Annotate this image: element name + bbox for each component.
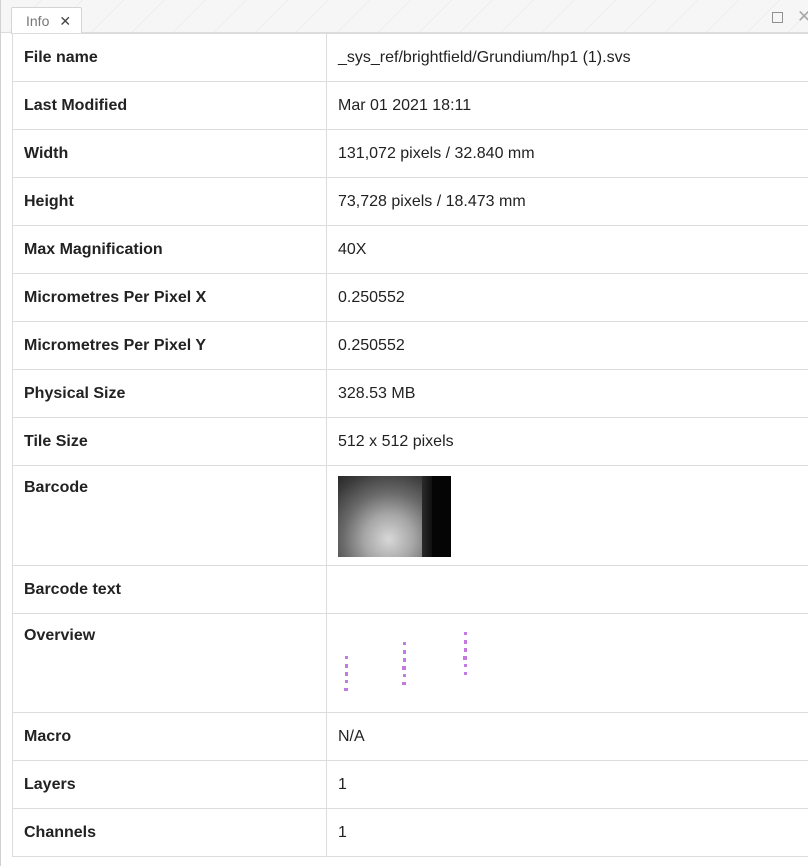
info-row-mpp-x: Micrometres Per Pixel X 0.250552	[12, 273, 808, 322]
info-value	[326, 465, 808, 566]
info-row-mpp-y: Micrometres Per Pixel Y 0.250552	[12, 321, 808, 370]
barcode-thumbnail	[338, 476, 451, 557]
info-row-max-magnification: Max Magnification 40X	[12, 225, 808, 274]
info-row-height: Height 73,728 pixels / 18.473 mm	[12, 177, 808, 226]
info-row-macro: Macro N/A	[12, 712, 808, 761]
info-value: 73,728 pixels / 18.473 mm	[326, 177, 808, 226]
window-controls: ✕	[772, 8, 808, 26]
info-table: File name _sys_ref/brightfield/Grundium/…	[12, 33, 808, 857]
info-row-tile-size: Tile Size 512 x 512 pixels	[12, 417, 808, 466]
info-row-barcode-text: Barcode text	[12, 565, 808, 614]
maximize-icon[interactable]	[772, 11, 783, 23]
info-key: Max Magnification	[12, 225, 327, 274]
info-value: Mar 01 2021 18:11	[326, 81, 808, 130]
info-key: Height	[12, 177, 327, 226]
tab-info[interactable]: Info ✕	[11, 7, 83, 34]
info-row-channels: Channels 1	[12, 808, 808, 857]
info-key: Width	[12, 129, 327, 178]
tab-info-label: Info	[26, 13, 50, 29]
info-key: Barcode text	[12, 565, 327, 614]
info-value: 512 x 512 pixels	[326, 417, 808, 466]
info-value: 328.53 MB	[326, 369, 808, 418]
info-value: 0.250552	[326, 321, 808, 370]
info-value: 1	[326, 808, 808, 857]
info-key: Barcode	[12, 465, 327, 566]
info-value: 40X	[326, 225, 808, 274]
info-row-overview: Overview	[12, 613, 808, 713]
tab-bar: Info ✕ ✕	[1, 0, 808, 34]
info-row-barcode: Barcode	[12, 465, 808, 566]
info-key: Micrometres Per Pixel Y	[12, 321, 327, 370]
info-key: Overview	[12, 613, 327, 713]
info-key: Tile Size	[12, 417, 327, 466]
info-key: Physical Size	[12, 369, 327, 418]
info-key: Layers	[12, 760, 327, 809]
info-value: 0.250552	[326, 273, 808, 322]
info-key: Channels	[12, 808, 327, 857]
info-row-width: Width 131,072 pixels / 32.840 mm	[12, 129, 808, 178]
overview-thumbnail	[344, 632, 467, 691]
info-row-last-modified: Last Modified Mar 01 2021 18:11	[12, 81, 808, 130]
info-value: 131,072 pixels / 32.840 mm	[326, 129, 808, 178]
close-panel-icon[interactable]: ✕	[797, 8, 808, 26]
info-key: File name	[12, 33, 327, 82]
info-row-layers: Layers 1	[12, 760, 808, 809]
info-panel: Info ✕ ✕ File name _sys_ref/brightfield/…	[0, 0, 808, 866]
info-value	[326, 613, 808, 713]
tab-close-icon[interactable]: ✕	[59, 13, 71, 30]
info-key: Last Modified	[12, 81, 327, 130]
info-key: Micrometres Per Pixel X	[12, 273, 327, 322]
info-key: Macro	[12, 712, 327, 761]
info-value: N/A	[326, 712, 808, 761]
info-row-file-name: File name _sys_ref/brightfield/Grundium/…	[12, 33, 808, 82]
info-row-physical-size: Physical Size 328.53 MB	[12, 369, 808, 418]
info-value	[326, 565, 808, 614]
info-value: 1	[326, 760, 808, 809]
info-value: _sys_ref/brightfield/Grundium/hp1 (1).sv…	[326, 33, 808, 82]
